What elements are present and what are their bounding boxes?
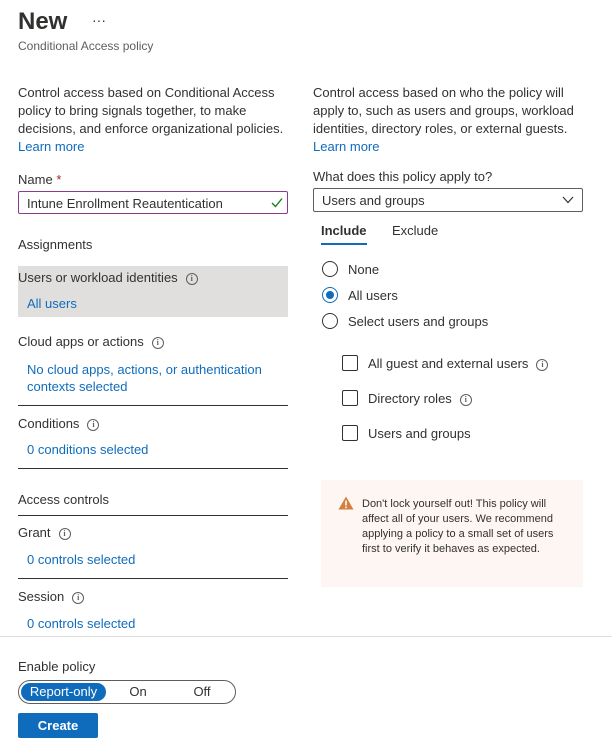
radio-select-users[interactable] [322,313,338,329]
radio-none-label: None [348,262,380,277]
users-assignment-label: Users or workload identities i [18,270,198,285]
radio-all-users-label: All users [348,288,398,303]
checkbox-users-groups-label: Users and groups [368,426,471,441]
conditions-label-text: Conditions [18,416,80,431]
divider [18,578,288,579]
more-options-button[interactable]: ··· [92,12,106,28]
tab-exclude-label: Exclude [392,223,439,238]
apply-to-value: Users and groups [322,193,425,208]
required-marker: * [56,172,62,187]
checkbox-guest-users-label: All guest and external users i [368,356,549,371]
checkbox-guest-users[interactable] [342,355,358,371]
toggle-report-only-label: Report-only [29,684,98,699]
learn-more-link[interactable]: Learn more [18,139,84,154]
toggle-on[interactable]: On [115,683,161,701]
toggle-off[interactable]: Off [179,683,225,701]
checkbox-directory-roles-label: Directory roles i [368,391,472,406]
cloud-apps-label: Cloud apps or actions i [18,334,164,349]
info-icon: i [58,528,71,540]
warning-text: Don't lock yourself out! This policy wil… [362,498,554,555]
apply-to-dropdown[interactable]: Users and groups [313,188,583,212]
warning-message: Don't lock yourself out! This policy wil… [321,480,583,587]
left-description-text: Control access based on Conditional Acce… [18,85,284,136]
enable-policy-toggle: Report-only On Off [18,680,236,704]
session-label-text: Session [18,589,65,604]
radio-none[interactable] [322,261,338,277]
policy-name-field[interactable]: Intune Enrollment Reautentication [18,191,288,214]
right-description: Control access based on who the policy w… [313,84,585,156]
create-button[interactable]: Create [18,713,98,738]
conditions-value[interactable]: 0 conditions selected [27,442,148,457]
checkbox-guest-users-text: All guest and external users [368,356,529,371]
radio-all-users[interactable] [322,287,338,303]
checkbox-directory-roles-text: Directory roles [368,391,452,406]
tab-include[interactable]: Include [321,223,367,238]
toggle-on-label: On [129,684,147,699]
apply-to-label: What does this policy apply to? [313,169,493,184]
radio-select-users-label: Select users and groups [348,314,489,329]
info-icon: i [536,359,549,371]
enable-policy-label: Enable policy [18,659,96,674]
info-icon: i [87,419,100,431]
users-assignment-label-text: Users or workload identities [18,270,178,285]
name-label-text: Name [18,172,53,187]
checkbox-users-groups[interactable] [342,425,358,441]
page-title: New [18,8,68,35]
tab-exclude[interactable]: Exclude [392,223,438,238]
conditions-label: Conditions i [18,416,100,431]
toggle-off-label: Off [193,684,211,699]
users-assignment-value[interactable]: All users [27,296,77,311]
session-label: Session i [18,589,85,604]
grant-label: Grant i [18,525,71,540]
cloud-apps-value[interactable]: No cloud apps, actions, or authenticatio… [27,361,277,395]
page-subtitle: Conditional Access policy [18,39,154,53]
policy-name-value: Intune Enrollment Reautentication [27,196,223,211]
divider [18,468,288,469]
chevron-down-icon [562,196,574,204]
info-icon: i [459,394,472,406]
tab-include-label: Include [321,223,367,238]
assignments-heading: Assignments [18,237,93,252]
divider [18,515,288,516]
divider [18,405,288,406]
session-value[interactable]: 0 controls selected [27,616,135,631]
learn-more-link[interactable]: Learn more [313,139,379,154]
grant-label-text: Grant [18,525,51,540]
info-icon: i [72,592,85,604]
users-assignment-row[interactable]: Users or workload identities i All users [18,266,288,317]
tab-include-indicator [321,243,367,245]
grant-value[interactable]: 0 controls selected [27,552,135,567]
toggle-report-only[interactable]: Report-only [21,683,106,701]
cloud-apps-label-text: Cloud apps or actions [18,334,144,349]
access-controls-heading: Access controls [18,492,110,507]
info-icon: i [185,273,198,285]
right-description-text: Control access based on who the policy w… [313,85,574,136]
checkbox-directory-roles[interactable] [342,390,358,406]
warning-icon [338,496,354,510]
info-icon: i [151,337,164,349]
footer-divider [0,636,612,637]
checkmark-icon [271,198,283,208]
create-button-label: Create [37,718,79,733]
name-label: Name * [18,172,61,187]
left-description: Control access based on Conditional Acce… [18,84,290,156]
